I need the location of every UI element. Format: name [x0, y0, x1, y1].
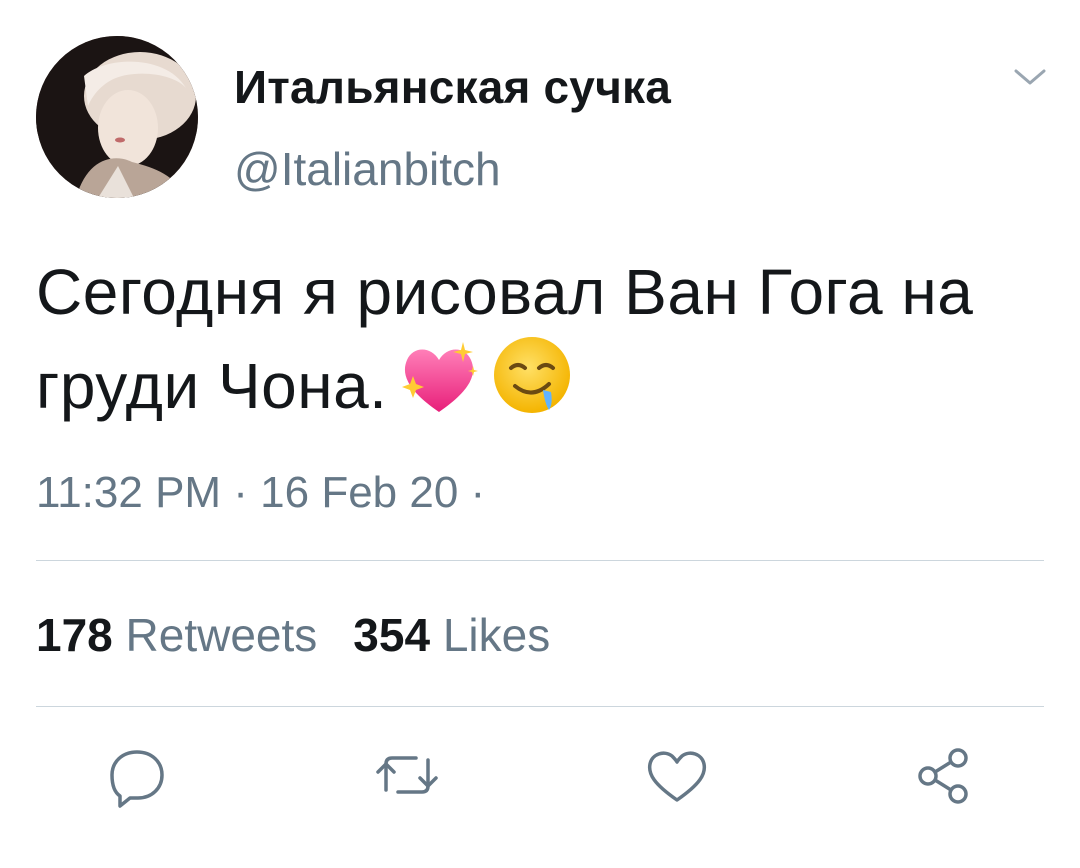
retweets-label[interactable]: Retweets: [126, 609, 318, 661]
chevron-down-icon[interactable]: [1008, 62, 1052, 92]
likes-count[interactable]: 354: [353, 609, 430, 661]
tweet-timestamp[interactable]: 11:32 PM · 16 Feb 20 ·: [36, 468, 485, 518]
divider-top: [36, 560, 1044, 561]
display-name[interactable]: Итальянская сучка: [234, 60, 671, 114]
reply-icon[interactable]: [102, 740, 172, 810]
engagement-stats: 178 Retweets 354 Likes: [36, 608, 550, 662]
retweets-count[interactable]: 178: [36, 609, 113, 661]
share-icon[interactable]: [910, 740, 980, 810]
tweet-text: Сегодня я рисовал Ван Гога на груди Чона…: [36, 250, 1046, 436]
user-handle[interactable]: @Italianbitch: [234, 142, 501, 196]
avatar[interactable]: [36, 36, 198, 198]
tweet-card: Итальянская сучка @Italianbitch Сегодня …: [0, 0, 1080, 868]
divider-bottom: [36, 706, 1044, 707]
heart-icon[interactable]: [642, 740, 712, 810]
sparkling-heart-icon: [397, 340, 481, 436]
retweet-icon[interactable]: [372, 740, 442, 810]
drooling-face-icon: [491, 334, 573, 436]
likes-label[interactable]: Likes: [443, 609, 550, 661]
avatar-image: [36, 36, 198, 198]
